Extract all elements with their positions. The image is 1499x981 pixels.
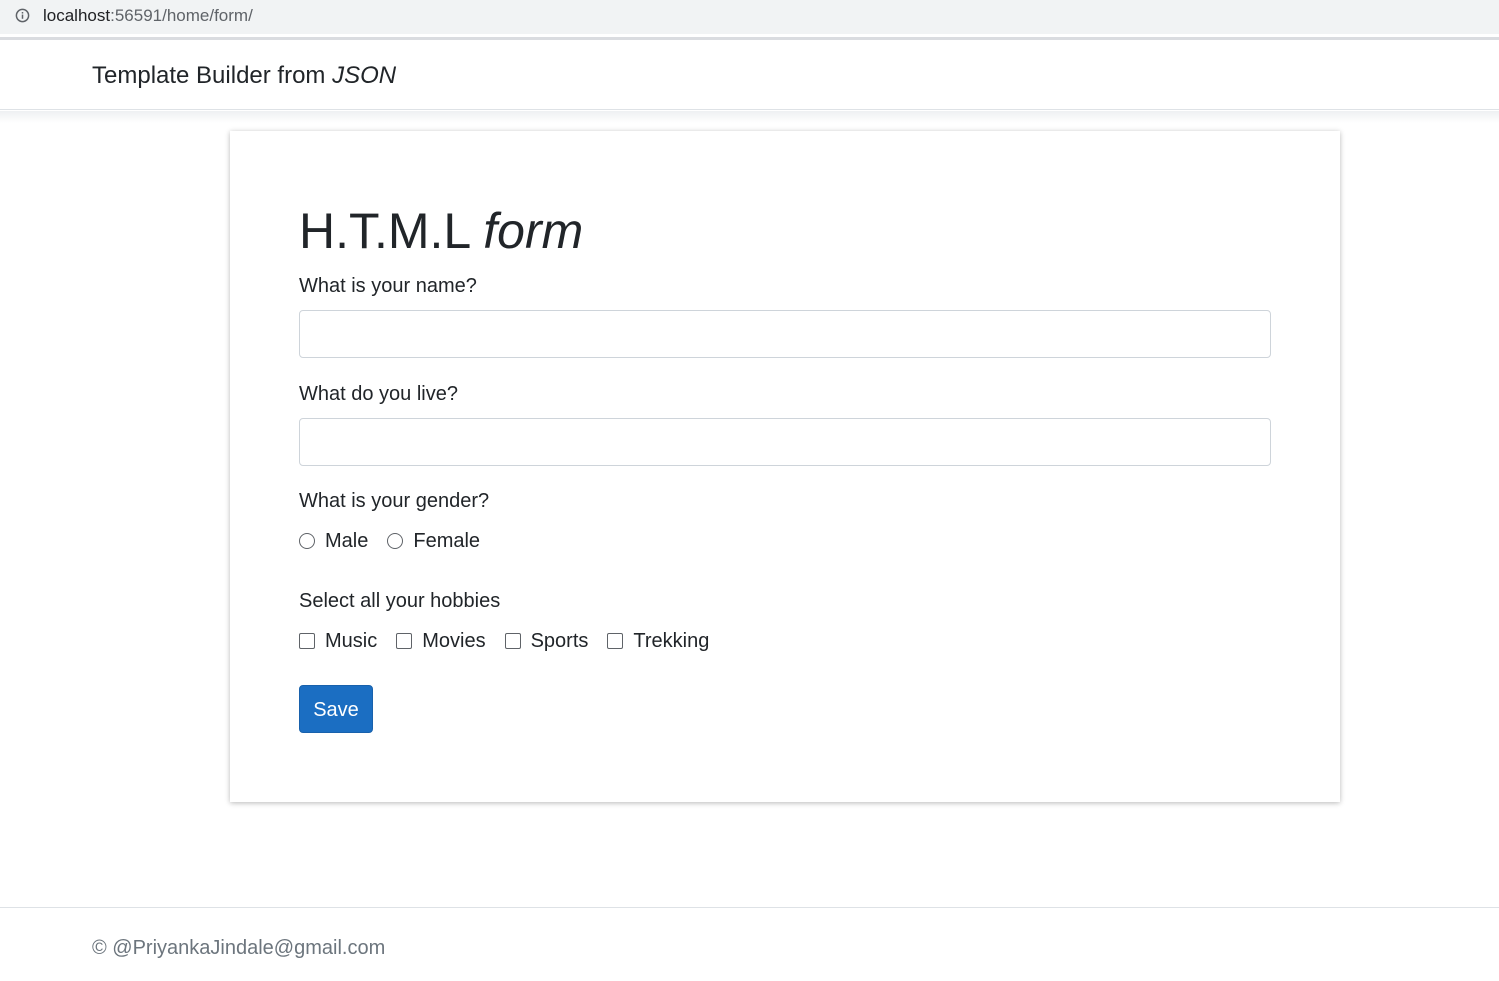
gender-option-female[interactable]: Female xyxy=(387,529,480,553)
hobby-options: Music Movies Sports Trekking xyxy=(299,629,728,653)
gender-label: What is your gender? xyxy=(299,490,490,512)
name-input[interactable] xyxy=(299,310,1271,358)
url-path: :56591/home/form/ xyxy=(110,6,253,25)
female-radio[interactable] xyxy=(387,533,404,549)
navbar-shadow xyxy=(0,111,1499,123)
form-card: H.T.M.L form What is your name? What do … xyxy=(230,131,1340,802)
info-icon[interactable] xyxy=(15,8,30,23)
footer: © @PriyankaJindale@gmail.com xyxy=(0,907,1499,981)
hobby-option-music[interactable]: Music xyxy=(299,629,377,653)
navbar: Template Builder from JSON xyxy=(0,40,1499,110)
form-title: H.T.M.L form xyxy=(299,199,583,263)
sports-checkbox[interactable] xyxy=(504,633,521,649)
music-label: Music xyxy=(325,630,378,652)
brand-text: Template Builder from xyxy=(92,62,333,89)
hobby-option-movies[interactable]: Movies xyxy=(396,629,486,653)
hobby-option-sports[interactable]: Sports xyxy=(504,629,589,653)
footer-copyright: © @PriyankaJindale@gmail.com xyxy=(92,937,386,959)
url-host: localhost xyxy=(43,6,111,25)
male-label: Male xyxy=(325,530,369,552)
form-title-emphasis: form xyxy=(483,203,584,259)
music-checkbox[interactable] xyxy=(299,633,315,649)
gender-options: Male Female xyxy=(299,529,499,553)
form-title-text: H.T.M.L xyxy=(299,203,484,259)
live-input[interactable] xyxy=(299,418,1271,466)
movies-checkbox[interactable] xyxy=(396,633,413,649)
male-radio[interactable] xyxy=(299,533,315,549)
trekking-label: Trekking xyxy=(633,630,710,652)
female-label: Female xyxy=(413,530,481,552)
brand-emphasis: JSON xyxy=(332,62,397,89)
trekking-checkbox[interactable] xyxy=(607,633,624,649)
movies-label: Movies xyxy=(422,630,486,652)
live-label: What do you live? xyxy=(299,383,458,405)
hobby-option-trekking[interactable]: Trekking xyxy=(607,629,709,653)
save-button[interactable]: Save xyxy=(299,685,373,733)
browser-address-bar[interactable]: localhost:56591/home/form/ xyxy=(0,0,1499,34)
gender-option-male[interactable]: Male xyxy=(299,529,368,553)
sports-label: Sports xyxy=(530,630,589,652)
name-label: What is your name? xyxy=(299,275,477,297)
hobbies-label: Select all your hobbies xyxy=(299,590,501,612)
navbar-brand[interactable]: Template Builder from JSON xyxy=(92,60,396,92)
url-text[interactable]: localhost:56591/home/form/ xyxy=(43,6,253,26)
